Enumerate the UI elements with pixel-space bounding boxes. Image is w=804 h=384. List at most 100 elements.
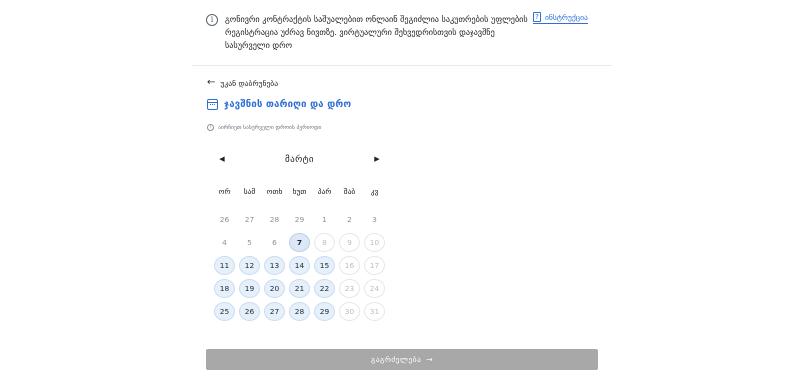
calendar-day[interactable]: 21 bbox=[287, 277, 312, 300]
calendar-day-label: 1 bbox=[322, 215, 327, 224]
calendar-day-label: 27 bbox=[244, 215, 255, 224]
calendar-day: 2 bbox=[337, 208, 362, 231]
calendar-day-label: 20 bbox=[264, 279, 285, 298]
calendar-days: 26 27 28 29 1 2 3 4 5 6 7 8 9 10 11 12 13 14 15 16 17 18 19 20 2… bbox=[212, 208, 387, 323]
calendar-day[interactable]: 28 bbox=[287, 300, 312, 323]
weekday-label: პარ bbox=[317, 187, 332, 196]
calendar-day-label: 21 bbox=[289, 279, 310, 298]
back-button[interactable]: ← უკან დაბრუნება bbox=[207, 78, 278, 88]
calendar-month: მარტი bbox=[285, 155, 314, 165]
calendar-day-label: 23 bbox=[339, 279, 360, 298]
calendar-day: 17 bbox=[362, 254, 387, 277]
calendar-day-label: 30 bbox=[339, 302, 360, 321]
calendar-day: 30 bbox=[337, 300, 362, 323]
weekday-label: ხუთ bbox=[292, 187, 307, 196]
calendar-day-label: 15 bbox=[314, 256, 335, 275]
calendar-day-label: 3 bbox=[372, 215, 377, 224]
calendar-day: 4 bbox=[212, 231, 237, 254]
calendar-day-label: 31 bbox=[364, 302, 385, 321]
calendar-day[interactable]: 15 bbox=[312, 254, 337, 277]
calendar-day[interactable]: 29 bbox=[312, 300, 337, 323]
calendar-day: 16 bbox=[337, 254, 362, 277]
calendar-day-label: 18 bbox=[214, 279, 235, 298]
calendar-day-label: 29 bbox=[314, 302, 335, 321]
calendar-day: 29 bbox=[287, 208, 312, 231]
info-text: გონივრი კონტრაქტის საშუალებით ონლაინ შეგ… bbox=[225, 14, 528, 50]
calendar-day-label: 6 bbox=[272, 238, 277, 247]
calendar-day-label: 11 bbox=[214, 256, 235, 275]
calendar-day-label: 2 bbox=[347, 215, 352, 224]
calendar-day-label: 4 bbox=[222, 238, 227, 247]
calendar-day[interactable]: 12 bbox=[237, 254, 262, 277]
calendar-day-label: 29 bbox=[294, 215, 305, 224]
calendar-day-label: 14 bbox=[289, 256, 310, 275]
info-small-icon: i bbox=[207, 124, 214, 131]
calendar-icon bbox=[207, 99, 218, 110]
calendar-day[interactable]: 18 bbox=[212, 277, 237, 300]
weekday-header: ორ სამ ოთხ ხუთ პარ შაბ კვ bbox=[212, 187, 387, 196]
calendar-day-label: 8 bbox=[314, 233, 335, 252]
divider bbox=[192, 65, 612, 66]
calendar-day[interactable]: 7 bbox=[287, 231, 312, 254]
calendar-day-label: 22 bbox=[314, 279, 335, 298]
next-month-button[interactable]: ▶ bbox=[370, 155, 384, 163]
weekday-label: სამ bbox=[243, 187, 256, 196]
weekday-label: კვ bbox=[370, 187, 379, 196]
calendar-day[interactable]: 25 bbox=[212, 300, 237, 323]
info-icon: i bbox=[206, 14, 218, 26]
calendar-day-label: 26 bbox=[239, 302, 260, 321]
calendar-day: 3 bbox=[362, 208, 387, 231]
section-title-label: ჯავშნის თარიღი და დრო bbox=[224, 99, 352, 110]
calendar-day[interactable]: 14 bbox=[287, 254, 312, 277]
calendar-day: 10 bbox=[362, 231, 387, 254]
back-label: უკან დაბრუნება bbox=[220, 78, 279, 88]
calendar-day: 31 bbox=[362, 300, 387, 323]
weekday-label: შაბ bbox=[343, 187, 356, 196]
calendar-day-label: 12 bbox=[239, 256, 260, 275]
info-banner: i გონივრი კონტრაქტის საშუალებით ონლაინ შ… bbox=[206, 10, 606, 52]
calendar-day-label: 27 bbox=[264, 302, 285, 321]
calendar-header: ◀ მარტი ▶ bbox=[212, 153, 387, 171]
calendar-day[interactable]: 20 bbox=[262, 277, 287, 300]
calendar-day-label: 28 bbox=[289, 302, 310, 321]
calendar-day-label: 13 bbox=[264, 256, 285, 275]
hint: i აირჩიეთ სასურველი დროის პერიოდი bbox=[207, 124, 321, 131]
weekday-label: ოთხ bbox=[266, 187, 283, 196]
calendar-day: 9 bbox=[337, 231, 362, 254]
hint-text: აირჩიეთ სასურველი დროის პერიოდი bbox=[218, 124, 322, 131]
calendar-day: 27 bbox=[237, 208, 262, 231]
calendar-day-label: 16 bbox=[339, 256, 360, 275]
calendar-day-label: 5 bbox=[247, 238, 252, 247]
weekday-label: ორ bbox=[218, 187, 231, 196]
calendar-day[interactable]: 22 bbox=[312, 277, 337, 300]
calendar-day[interactable]: 11 bbox=[212, 254, 237, 277]
calendar-day: 8 bbox=[312, 231, 337, 254]
calendar-day: 26 bbox=[212, 208, 237, 231]
instruction-link-label: ინსტრუქცია bbox=[545, 12, 588, 22]
calendar-day-label: 25 bbox=[214, 302, 235, 321]
calendar-day[interactable]: 26 bbox=[237, 300, 262, 323]
calendar-day-label: 9 bbox=[339, 233, 360, 252]
calendar-day[interactable]: 13 bbox=[262, 254, 287, 277]
calendar-day-label: 17 bbox=[364, 256, 385, 275]
calendar-day: 6 bbox=[262, 231, 287, 254]
calendar-day-label: 26 bbox=[219, 215, 230, 224]
continue-button[interactable]: გაგრძელება → bbox=[206, 349, 598, 370]
arrow-right-icon: → bbox=[426, 355, 434, 364]
calendar-day[interactable]: 27 bbox=[262, 300, 287, 323]
calendar-day: 28 bbox=[262, 208, 287, 231]
calendar-day: 24 bbox=[362, 277, 387, 300]
calendar-day-label: 7 bbox=[289, 233, 310, 252]
calendar-day-label: 19 bbox=[239, 279, 260, 298]
calendar-day[interactable]: 19 bbox=[237, 277, 262, 300]
section-title: ჯავშნის თარიღი და დრო bbox=[207, 99, 351, 110]
arrow-left-icon: ← bbox=[207, 77, 216, 88]
continue-label: გაგრძელება bbox=[370, 355, 422, 364]
calendar-day: 23 bbox=[337, 277, 362, 300]
calendar-day-label: 10 bbox=[364, 233, 385, 252]
calendar-day-label: 28 bbox=[269, 215, 280, 224]
calendar-day: 1 bbox=[312, 208, 337, 231]
document-question-icon: ? bbox=[533, 12, 541, 22]
instruction-link[interactable]: ? ინსტრუქცია bbox=[533, 12, 588, 24]
calendar-day: 5 bbox=[237, 231, 262, 254]
